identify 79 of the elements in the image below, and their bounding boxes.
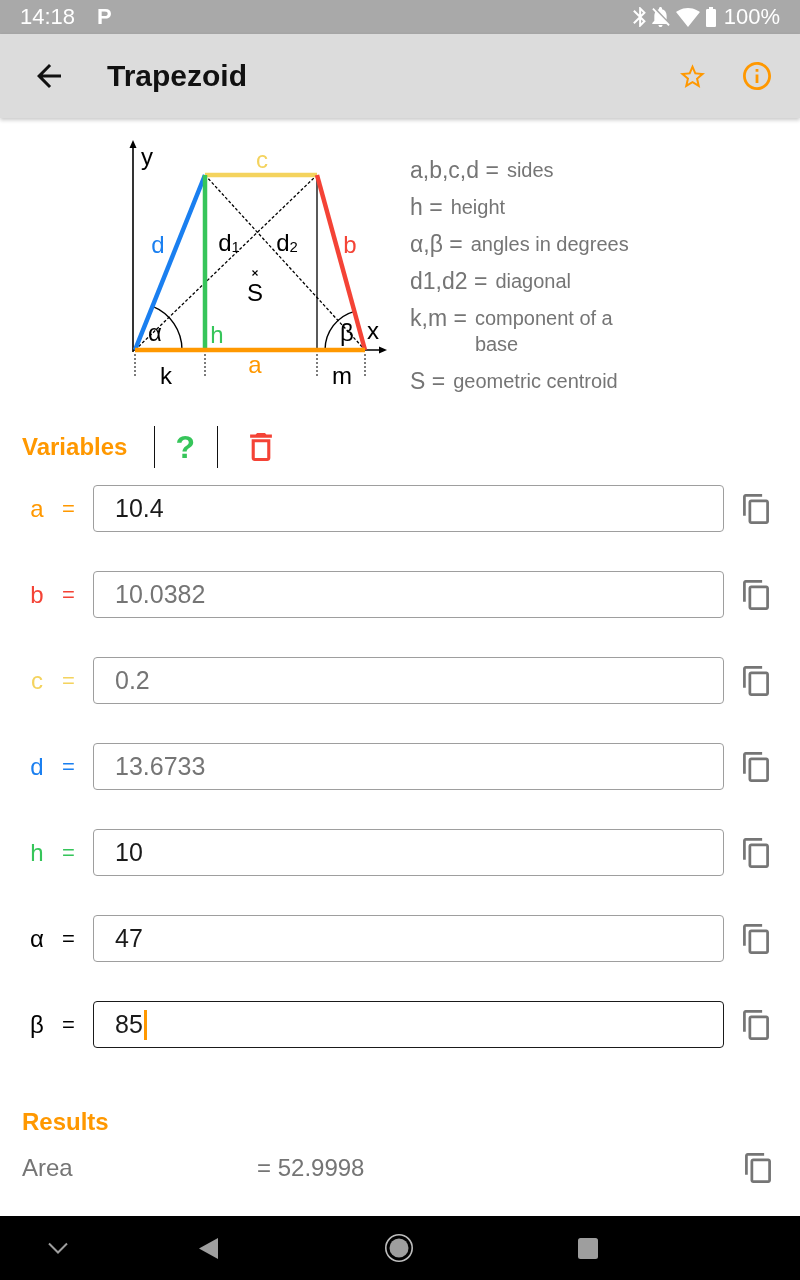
- trash-icon[interactable]: [249, 433, 272, 461]
- battery-percent: 100%: [723, 6, 780, 28]
- copy-icon[interactable]: [743, 837, 769, 868]
- variable-symbol: h: [29, 840, 45, 865]
- input-field[interactable]: 85: [93, 1001, 724, 1048]
- equals-sign: =: [62, 669, 74, 692]
- diagram-label: h: [210, 323, 224, 347]
- status-time: 14:18: [20, 6, 76, 28]
- diagram-label: c: [256, 148, 268, 172]
- screen-title: Trapezoid: [107, 61, 248, 91]
- copy-icon[interactable]: [743, 579, 769, 610]
- tick-line: [364, 353, 366, 377]
- bluetooth-icon: [632, 7, 646, 27]
- recents-icon[interactable]: [578, 1237, 598, 1259]
- input-field[interactable]: 10.4: [93, 485, 724, 532]
- diagram-label: β: [340, 321, 354, 345]
- section-title: Results: [22, 1110, 109, 1134]
- legend-term: α,β =: [410, 231, 463, 257]
- legend-term: a,b,c,d =: [410, 157, 499, 183]
- equals-sign: =: [62, 841, 74, 864]
- input-field[interactable]: 10.0382: [93, 571, 724, 618]
- star-icon[interactable]: [680, 64, 705, 88]
- legend-description: angles in degrees: [470, 232, 629, 257]
- legend-term: k,m =: [410, 305, 467, 331]
- battery-icon: [705, 7, 716, 27]
- copy-icon[interactable]: [745, 1153, 771, 1183]
- diagram-label: m: [332, 364, 352, 388]
- wifi-icon: [675, 7, 700, 27]
- diagram-label: S: [247, 281, 263, 305]
- variable-symbol: b: [29, 582, 45, 607]
- tick-line: [134, 353, 136, 377]
- diagram-label: d: [151, 233, 165, 257]
- equals-sign: =: [62, 497, 74, 520]
- tick-line: [316, 353, 318, 377]
- equals-sign: =: [62, 755, 74, 778]
- variable-symbol: β: [29, 1012, 45, 1037]
- equals-sign: =: [62, 583, 74, 606]
- diagram-label: α: [148, 321, 162, 345]
- tick-line: [204, 353, 206, 377]
- legend-description: component of a base: [474, 306, 614, 357]
- equals-sign: =: [62, 927, 74, 950]
- input-field[interactable]: 47: [93, 915, 724, 962]
- back-icon[interactable]: [199, 1237, 218, 1259]
- diagram-label: b: [343, 233, 357, 257]
- chevron-down-icon[interactable]: [48, 1242, 68, 1254]
- angle-arc: [151, 305, 183, 351]
- section-title: Variables: [22, 435, 128, 459]
- notification-letter: P: [97, 6, 112, 28]
- variable-symbol: α: [29, 926, 45, 951]
- legend-description: diagonal: [495, 269, 571, 294]
- diagram-label: k: [160, 364, 172, 388]
- copy-icon[interactable]: [743, 665, 769, 696]
- variable-symbol: c: [30, 668, 44, 693]
- copy-icon[interactable]: [743, 493, 769, 524]
- legend-term: S =: [410, 368, 446, 394]
- text-cursor-icon: [143, 1009, 147, 1040]
- result-label: Area: [22, 1156, 74, 1180]
- input-field[interactable]: 0.2: [93, 657, 724, 704]
- variable-symbol: a: [29, 496, 45, 521]
- legend-description: sides: [506, 158, 554, 183]
- input-field[interactable]: 10: [93, 829, 724, 876]
- legend-term: h =: [410, 194, 443, 220]
- legend-description: height: [450, 195, 506, 220]
- copy-icon[interactable]: [743, 1009, 769, 1040]
- centroid-marker-icon: [251, 269, 259, 277]
- diagram-label: a: [248, 353, 262, 377]
- equals-sign: =: [62, 1013, 74, 1036]
- diagram-label: y: [141, 145, 153, 169]
- copy-icon[interactable]: [743, 751, 769, 782]
- legend-term: d1,d2 =: [410, 268, 488, 294]
- diagram-label: x: [367, 319, 379, 343]
- back-icon[interactable]: [37, 64, 61, 88]
- variable-symbol: d: [29, 754, 45, 779]
- copy-icon[interactable]: [743, 923, 769, 954]
- input-field[interactable]: 13.6733: [93, 743, 724, 790]
- home-icon[interactable]: [385, 1234, 413, 1262]
- bell-off-icon: [651, 7, 670, 27]
- result-value: = 52.9998: [257, 1156, 365, 1180]
- legend-description: geometric centroid: [453, 369, 618, 394]
